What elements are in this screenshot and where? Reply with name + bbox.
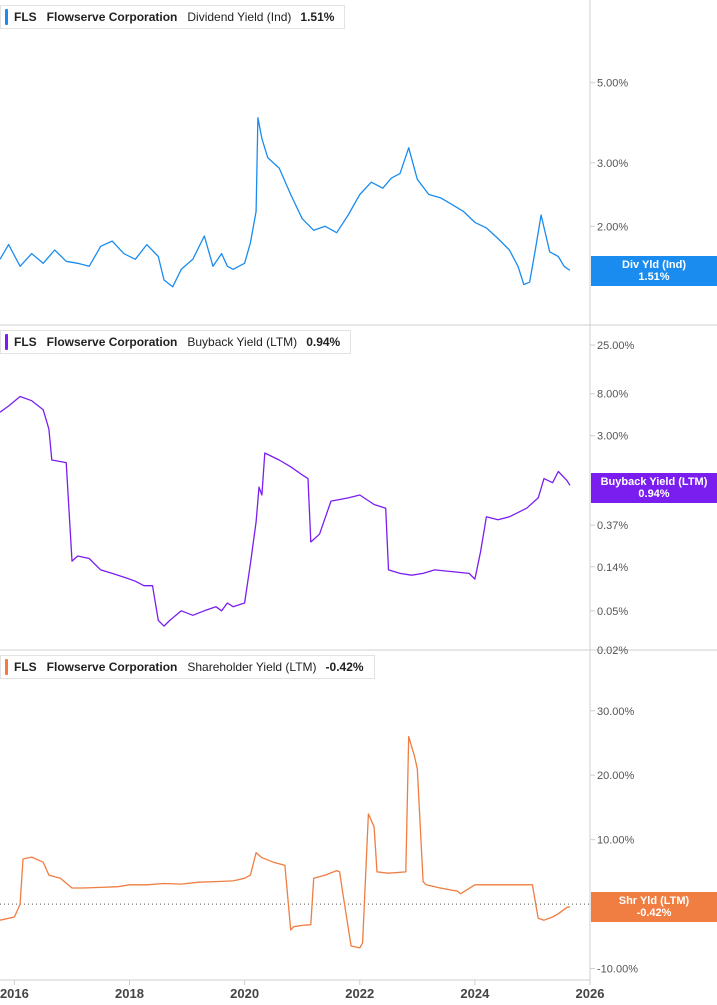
y-tick-label: -10.00%: [597, 964, 638, 976]
legend-company: Flowserve Corporation: [46, 335, 178, 349]
value-flag-dividend: Div Yld (Ind) 1.51%: [591, 256, 717, 286]
x-tick-label: 2016: [0, 986, 29, 1001]
value-flag-shareholder: Shr Yld (LTM) -0.42%: [591, 892, 717, 922]
legend-company: Flowserve Corporation: [46, 660, 178, 674]
y-tick-label: 0.05%: [597, 606, 628, 618]
legend-value: 1.51%: [300, 10, 335, 24]
value-flag-value: 1.51%: [638, 271, 670, 283]
legend-value: 0.94%: [306, 335, 341, 349]
x-tick-label: 2022: [345, 986, 374, 1001]
y-tick-label: 5.00%: [597, 78, 628, 90]
y-tick-label: 3.00%: [597, 158, 628, 170]
y-tick-label: 2.00%: [597, 221, 628, 233]
value-flag-value: -0.42%: [636, 907, 672, 919]
legend-ticker: FLS: [14, 660, 37, 674]
y-tick-label: 0.14%: [597, 562, 628, 574]
y-tick-label: 25.00%: [597, 340, 635, 352]
legend-metric: Dividend Yield (Ind): [187, 10, 292, 24]
x-tick-label: 2020: [230, 986, 259, 1001]
legend-swatch-dividend: [5, 9, 8, 25]
y-tick-label: 8.00%: [597, 389, 628, 401]
y-tick-label: 0.02%: [597, 645, 628, 657]
x-tick-label: 2024: [460, 986, 490, 1001]
legend-swatch-shareholder: [5, 659, 8, 675]
series-line-shareholder: [0, 735, 571, 949]
series-line-dividend: [0, 117, 571, 288]
legend-dividend: FLS Flowserve Corporation Dividend Yield…: [0, 5, 346, 29]
y-tick-label: 3.00%: [597, 431, 628, 443]
x-tick-label: 2018: [115, 986, 144, 1001]
value-flag-label: Shr Yld (LTM): [618, 895, 690, 907]
legend-buyback: FLS Flowserve Corporation Buyback Yield …: [0, 330, 352, 354]
legend-shareholder: FLS Flowserve Corporation Shareholder Yi…: [0, 655, 375, 679]
y-tick-label: 0.37%: [597, 520, 628, 532]
legend-value: -0.42%: [325, 660, 364, 674]
y-tick-label: 10.00%: [597, 835, 635, 847]
legend-company: Flowserve Corporation: [46, 10, 178, 24]
y-tick-label: 20.00%: [597, 770, 635, 782]
legend-metric: Buyback Yield (LTM): [187, 335, 298, 349]
value-flag-label: Div Yld (Ind): [622, 259, 686, 271]
value-flag-value: 0.94%: [638, 488, 670, 500]
series-line-buyback: [0, 395, 571, 627]
legend-ticker: FLS: [14, 335, 37, 349]
value-flag-buyback: Buyback Yield (LTM) 0.94%: [591, 473, 717, 503]
y-tick-label: 30.00%: [597, 706, 635, 718]
value-flag-label: Buyback Yield (LTM): [600, 476, 708, 488]
legend-metric: Shareholder Yield (LTM): [187, 660, 317, 674]
legend-swatch-buyback: [5, 334, 8, 350]
legend-ticker: FLS: [14, 10, 37, 24]
x-tick-label: 2026: [576, 986, 605, 1001]
